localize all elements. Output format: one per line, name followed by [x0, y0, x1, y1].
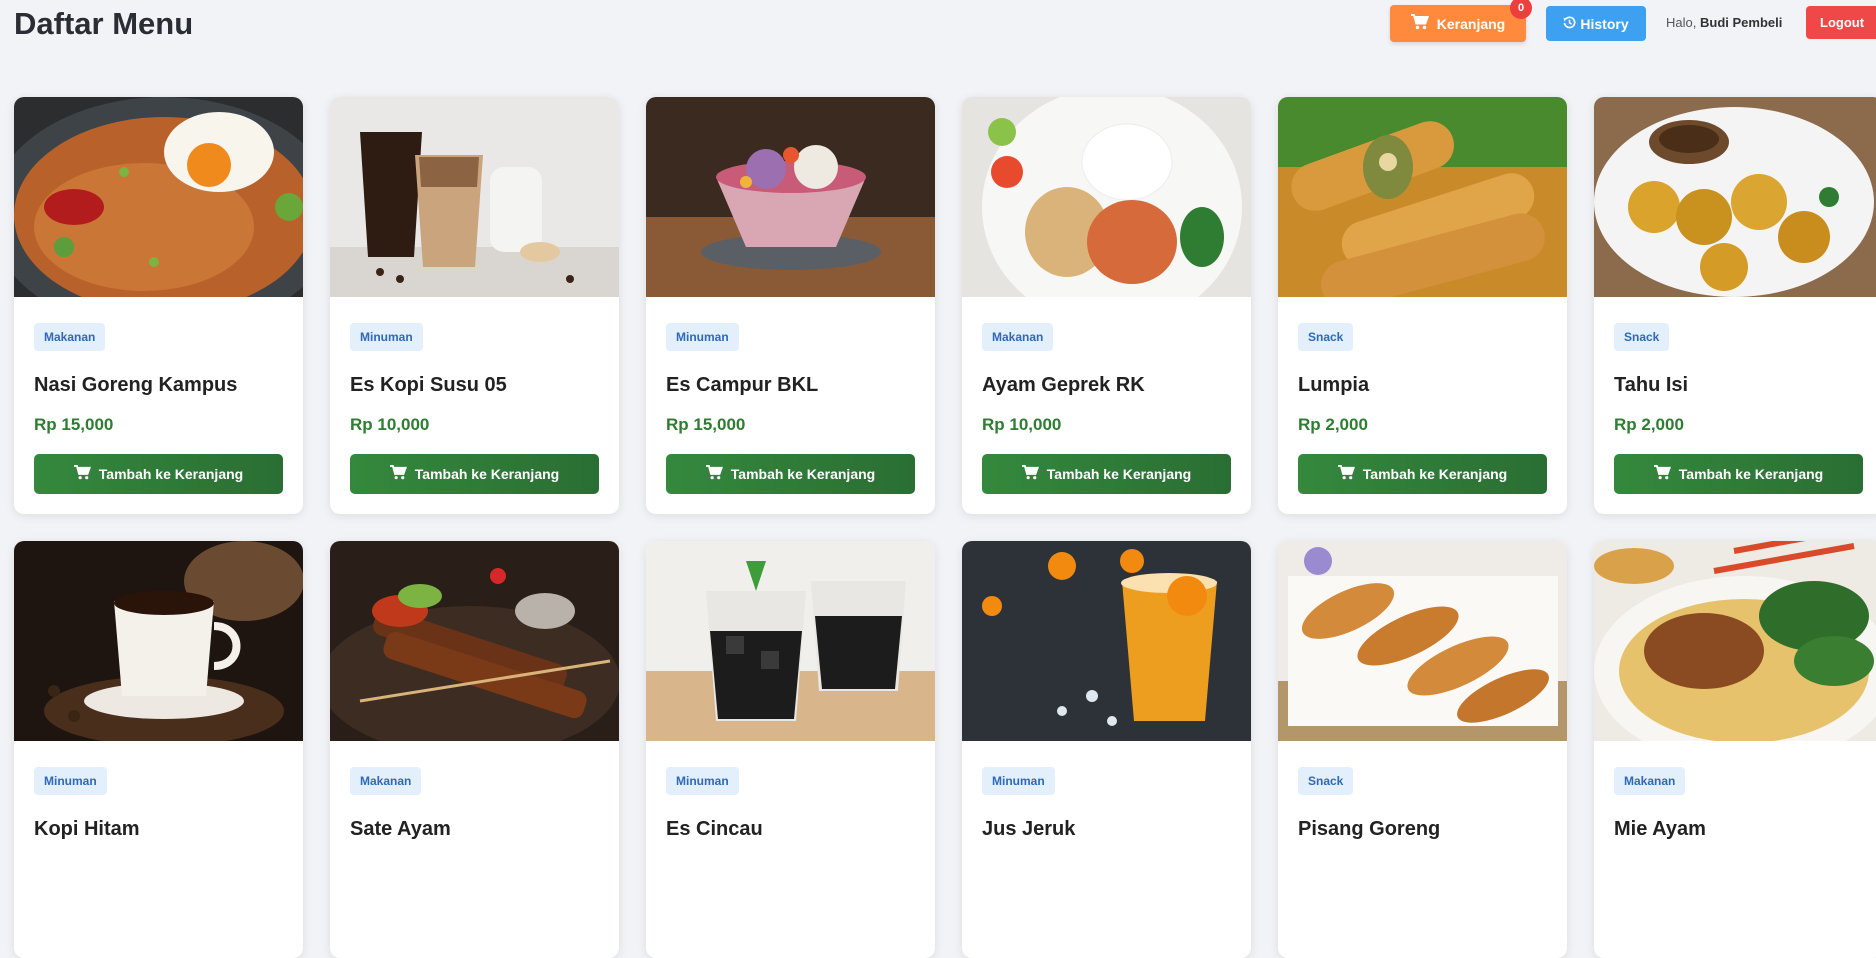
cart-icon [1021, 465, 1039, 483]
product-name: Ayam Geprek RK [982, 374, 1145, 396]
product-card: Minuman Kopi Hitam [14, 541, 303, 958]
cart-icon [73, 465, 91, 483]
product-card: Minuman Es Cincau [646, 541, 935, 958]
category-badge: Makanan [982, 323, 1054, 351]
header: Daftar Menu Keranjang 0 History Halo, Bu… [0, 0, 1876, 62]
product-name: Tahu Isi [1614, 374, 1689, 396]
category-badge: Minuman [350, 323, 423, 351]
history-icon [1563, 15, 1576, 32]
product-name: Sate Ayam [350, 818, 451, 840]
product-name: Jus Jeruk [982, 818, 1076, 840]
add-to-cart-button[interactable]: Tambah ke Keranjang [1614, 454, 1863, 494]
product-name: Mie Ayam [1614, 818, 1706, 840]
add-to-cart-label: Tambah ke Keranjang [730, 466, 876, 482]
cart-icon [1653, 465, 1671, 483]
product-name: Lumpia [1298, 374, 1370, 396]
category-badge: Makanan [350, 767, 422, 795]
add-to-cart-button[interactable]: Tambah ke Keranjang [34, 454, 283, 494]
page-title: Daftar Menu [14, 6, 194, 41]
product-name: Nasi Goreng Kampus [34, 374, 238, 396]
product-price: Rp 15,000 [34, 415, 114, 434]
product-price: Rp 15,000 [666, 415, 746, 434]
add-to-cart-button[interactable]: Tambah ke Keranjang [350, 454, 599, 494]
product-price: Rp 2,000 [1614, 415, 1684, 434]
category-badge: Minuman [666, 767, 739, 795]
category-badge: Minuman [666, 323, 739, 351]
cart-icon [1337, 465, 1355, 483]
product-name: Es Kopi Susu 05 [350, 374, 507, 396]
category-badge: Makanan [34, 323, 106, 351]
product-image [1278, 97, 1567, 297]
add-to-cart-button[interactable]: Tambah ke Keranjang [1298, 454, 1547, 494]
product-image [330, 541, 619, 741]
product-card: Snack Lumpia Rp 2,000 Tambah ke Keranjan… [1278, 97, 1567, 514]
product-image [962, 541, 1251, 741]
product-card: Makanan Nasi Goreng Kampus Rp 15,000 Tam… [14, 97, 303, 514]
product-image [962, 97, 1251, 297]
product-card: Minuman Es Campur BKL Rp 15,000 Tambah k… [646, 97, 935, 514]
product-price: Rp 10,000 [350, 415, 430, 434]
add-to-cart-label: Tambah ke Keranjang [1362, 466, 1508, 482]
category-badge: Snack [1298, 767, 1354, 795]
product-name: Pisang Goreng [1298, 818, 1441, 840]
product-price: Rp 2,000 [1298, 415, 1368, 434]
product-image [1278, 541, 1567, 741]
add-to-cart-label: Tambah ke Keranjang [1678, 466, 1824, 482]
product-image [646, 97, 935, 297]
product-name: Es Campur BKL [666, 374, 819, 396]
product-image [1594, 97, 1876, 297]
product-card: Snack Pisang Goreng [1278, 541, 1567, 958]
user-greeting: Halo, Budi Pembeli [1666, 15, 1782, 30]
product-image [646, 541, 935, 741]
product-card: Minuman Jus Jeruk [962, 541, 1251, 958]
category-badge: Minuman [982, 767, 1055, 795]
product-name: Es Cincau [666, 818, 763, 840]
product-image [14, 541, 303, 741]
cart-icon [1410, 14, 1429, 33]
add-to-cart-label: Tambah ke Keranjang [98, 466, 244, 482]
cart-count-badge: 0 [1510, 0, 1532, 19]
product-image [1594, 541, 1876, 741]
product-card: Minuman Es Kopi Susu 05 Rp 10,000 Tambah… [330, 97, 619, 514]
product-image [14, 97, 303, 297]
product-name: Kopi Hitam [34, 818, 140, 840]
add-to-cart-label: Tambah ke Keranjang [1046, 466, 1192, 482]
category-badge: Snack [1298, 323, 1354, 351]
category-badge: Snack [1614, 323, 1670, 351]
history-button[interactable]: History [1546, 6, 1646, 41]
add-to-cart-label: Tambah ke Keranjang [414, 466, 560, 482]
history-button-label: History [1580, 15, 1629, 32]
add-to-cart-button[interactable]: Tambah ke Keranjang [982, 454, 1231, 494]
greeting-prefix: Halo, [1666, 15, 1697, 30]
add-to-cart-button[interactable]: Tambah ke Keranjang [666, 454, 915, 494]
product-card: Makanan Ayam Geprek RK Rp 10,000 Tambah … [962, 97, 1251, 514]
product-card: Snack Tahu Isi Rp 2,000 Tambah ke Keranj… [1594, 97, 1876, 514]
category-badge: Minuman [34, 767, 107, 795]
cart-button[interactable]: Keranjang [1390, 5, 1526, 42]
product-card: Makanan Mie Ayam [1594, 541, 1876, 958]
category-badge: Makanan [1614, 767, 1686, 795]
product-image [330, 97, 619, 297]
cart-button-label: Keranjang [1436, 15, 1506, 32]
product-card: Makanan Sate Ayam [330, 541, 619, 958]
cart-icon [705, 465, 723, 483]
product-price: Rp 10,000 [982, 415, 1062, 434]
logout-button[interactable]: Logout [1806, 6, 1876, 39]
user-name: Budi Pembeli [1699, 15, 1783, 30]
cart-icon [389, 465, 407, 483]
